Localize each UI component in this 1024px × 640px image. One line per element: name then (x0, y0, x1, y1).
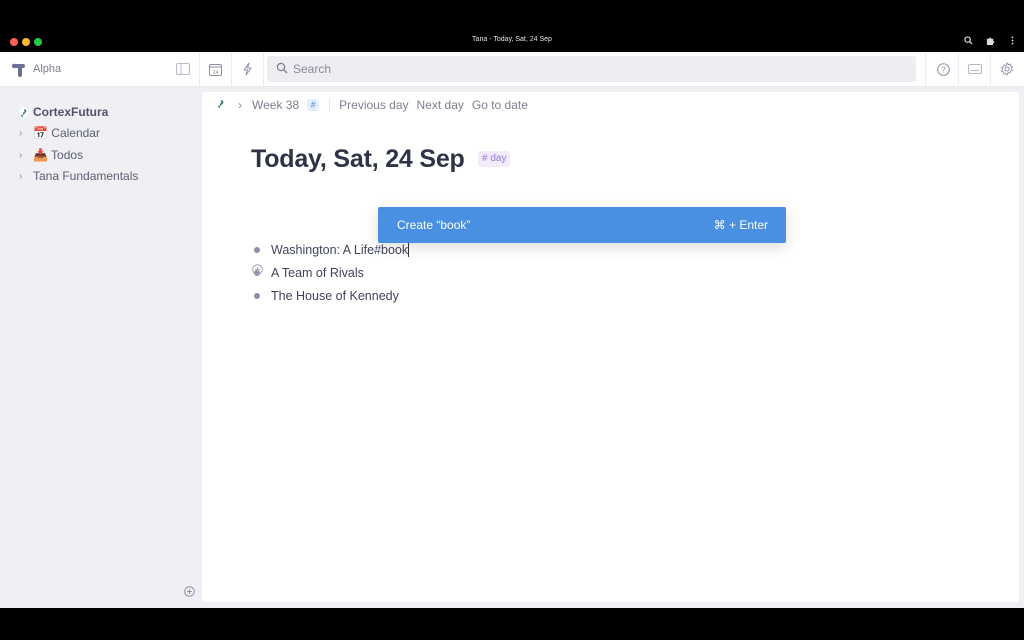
chevron-right-icon[interactable]: › (19, 171, 22, 182)
day-tag[interactable]: # day (478, 151, 511, 167)
sidebar-item-todos[interactable]: › 📥 Todos (0, 145, 200, 165)
next-day-link[interactable]: Next day (417, 98, 464, 112)
create-tag-label: Create “book” (397, 218, 471, 232)
chevron-right-icon[interactable]: › (19, 150, 22, 161)
sidebar-item-cortexfutura[interactable]: CortexFutura (0, 102, 200, 122)
keyboard-icon (968, 64, 982, 74)
divider (925, 52, 926, 86)
keyboard-shortcut-hint: ⌘ + Enter (713, 218, 768, 232)
go-to-date-link[interactable]: Go to date (472, 98, 528, 112)
sidebar-item-label: Tana Fundamentals (33, 169, 139, 183)
help-icon: ? (936, 62, 950, 76)
plus-circle-icon (252, 264, 263, 275)
sidebar-item-calendar[interactable]: › 📅 Calendar (0, 123, 200, 143)
sidebar-item-label: 📥 Todos (33, 148, 84, 162)
screen-top-bar (0, 0, 1024, 32)
help-button[interactable]: ? (927, 52, 959, 86)
breadcrumb-week[interactable]: Week 38 (252, 98, 299, 112)
workspace-name[interactable]: Alpha (33, 63, 61, 75)
toggle-sidebar-button[interactable] (167, 52, 199, 86)
extension-icon[interactable] (984, 35, 996, 49)
more-icon[interactable] (1006, 35, 1018, 49)
zoom-icon[interactable] (962, 35, 974, 49)
search-icon (276, 62, 288, 74)
outline-node[interactable]: The House of Kennedy (254, 287, 399, 305)
outline-node[interactable]: Washington: A Life#book (254, 241, 410, 259)
node-text[interactable]: A Team of Rivals (271, 266, 364, 280)
window-titlebar: Tana - Today, Sat, 24 Sep (0, 32, 1024, 52)
divider (263, 52, 264, 86)
add-sidebar-item-button[interactable] (184, 584, 195, 602)
keyboard-shortcuts-button[interactable] (959, 52, 991, 86)
plus-circle-icon (184, 586, 195, 597)
settings-button[interactable] (991, 52, 1023, 86)
svg-text:?: ? (941, 65, 946, 74)
previous-day-link[interactable]: Previous day (339, 98, 408, 112)
page-title[interactable]: Today, Sat, 24 Sep (251, 145, 465, 174)
chevron-right-icon: › (238, 98, 242, 112)
sidebar: CortexFutura › 📅 Calendar › 📥 Todos › Ta… (0, 87, 201, 608)
divider (329, 98, 331, 112)
calendar-icon: 24 (208, 63, 222, 76)
main-panel: › Week 38 # Previous day Next day Go to … (202, 92, 1019, 602)
workspace-icon[interactable] (216, 98, 226, 112)
tana-logo-icon[interactable] (11, 61, 27, 77)
quick-add-button[interactable] (231, 52, 263, 86)
create-tag-suggestion[interactable]: Create “book” ⌘ + Enter (378, 207, 786, 243)
bullet-icon[interactable] (254, 247, 260, 253)
today-button[interactable]: 24 (199, 52, 231, 86)
sidebar-item-label: CortexFutura (33, 105, 109, 119)
breadcrumb: › Week 38 # Previous day Next day Go to … (216, 98, 536, 112)
window-title: Tana - Today, Sat, 24 Sep (472, 36, 552, 43)
tana-app: Alpha 24 Search ? CortexFutura › 📅 Calen… (0, 52, 1024, 608)
search-input[interactable]: Search (267, 56, 916, 82)
add-node-button[interactable] (252, 262, 263, 280)
search-placeholder: Search (293, 62, 332, 76)
sidebar-item-tana-fundamentals[interactable]: › Tana Fundamentals (0, 166, 200, 186)
lightning-icon (243, 62, 251, 76)
app-header: Alpha 24 Search ? (0, 52, 1024, 87)
chevron-right-icon[interactable]: › (19, 128, 22, 139)
bullet-icon[interactable] (254, 293, 260, 299)
text-cursor (408, 243, 410, 257)
outline-node[interactable]: A Team of Rivals (254, 264, 364, 282)
node-text-input[interactable]: Washington: A Life#book (271, 243, 408, 257)
gear-icon (1001, 62, 1013, 76)
hash-icon[interactable]: # (307, 99, 320, 111)
workspace-icon (19, 107, 29, 117)
node-text[interactable]: The House of Kennedy (271, 289, 399, 303)
sidebar-item-label: 📅 Calendar (33, 126, 100, 140)
screen-bottom-bar (0, 608, 1024, 640)
svg-text:24: 24 (212, 70, 218, 76)
sidebar-icon (176, 63, 190, 75)
